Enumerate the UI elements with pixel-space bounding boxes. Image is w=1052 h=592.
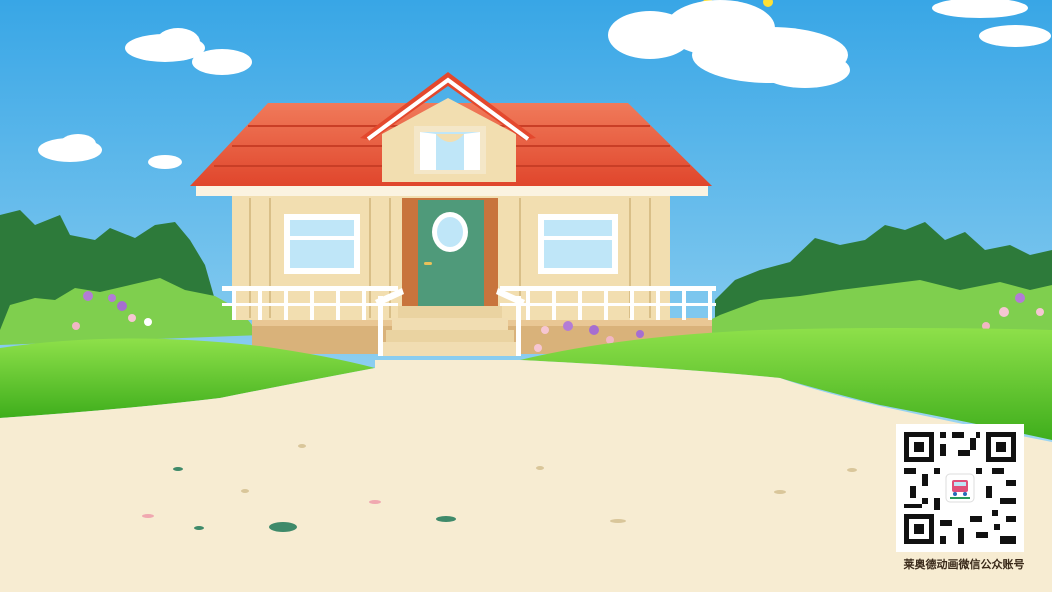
watermark-caption: 莱奥德动画微信公众账号 — [903, 558, 1025, 571]
dormer-window — [414, 126, 486, 174]
window-right — [538, 214, 618, 274]
qr-code-icon — [896, 424, 1024, 552]
bus-logo-icon — [945, 473, 975, 503]
door-handle — [424, 262, 432, 265]
house — [190, 72, 716, 356]
cartoon-house-scene — [0, 0, 1052, 592]
roof-eave — [196, 186, 708, 196]
qr-code-panel — [896, 424, 1024, 552]
window-left — [284, 214, 360, 274]
